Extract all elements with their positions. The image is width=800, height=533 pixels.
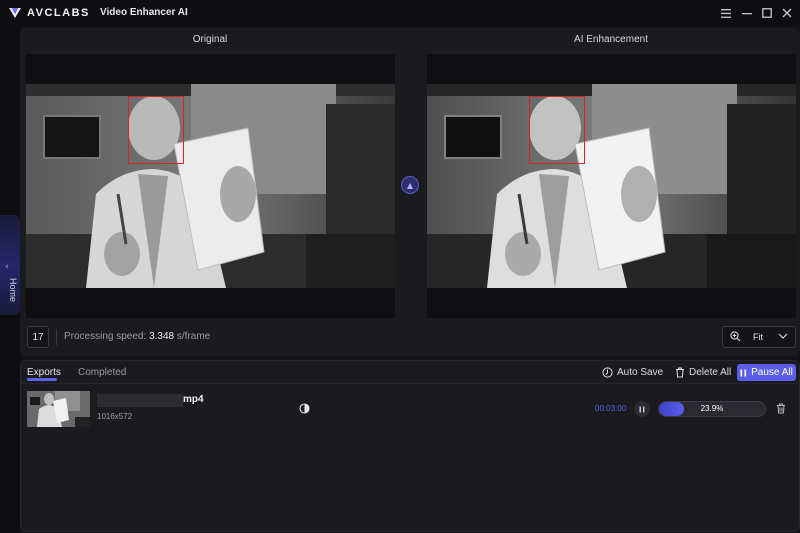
remaining-time: 00:03:00 bbox=[595, 404, 627, 413]
speed-value: 3.348 bbox=[149, 331, 175, 342]
zoom-in-icon bbox=[730, 331, 741, 342]
pause-icon bbox=[639, 406, 645, 412]
trash-icon[interactable] bbox=[776, 403, 786, 414]
close-icon[interactable] bbox=[780, 6, 794, 20]
zoom-value: Fit bbox=[753, 332, 763, 342]
delete-all-label: Delete All bbox=[689, 367, 732, 378]
original-label: Original bbox=[192, 34, 228, 45]
original-preview[interactable] bbox=[26, 54, 395, 318]
avclabs-logo-icon bbox=[9, 8, 21, 18]
face-detection-box bbox=[128, 96, 184, 164]
contrast-icon[interactable] bbox=[299, 403, 310, 414]
delete-all-button[interactable]: Delete All bbox=[675, 364, 731, 381]
auto-save-icon bbox=[602, 367, 613, 378]
pause-all-label: Pause All bbox=[751, 367, 793, 378]
title-bar: AVCLABS Video Enhancer AI bbox=[0, 0, 800, 26]
face-detection-box bbox=[529, 96, 585, 164]
pause-icon bbox=[740, 369, 747, 376]
pause-row-button[interactable] bbox=[634, 401, 650, 417]
progress-text: 23.9% bbox=[700, 404, 724, 413]
processing-speed: Processing speed: 3.348 s/frame bbox=[64, 331, 210, 342]
auto-save-button[interactable]: Auto Save bbox=[602, 364, 663, 381]
enhanced-video-frame bbox=[427, 84, 796, 288]
ai-enhancement-label: AI Enhancement bbox=[574, 34, 648, 45]
chevron-left-icon: ‹ bbox=[5, 262, 9, 272]
tab-completed[interactable]: Completed bbox=[78, 367, 126, 378]
app-title: Video Enhancer AI bbox=[100, 7, 188, 18]
progress-bar: 23.9% bbox=[658, 401, 766, 417]
tab-exports[interactable]: Exports bbox=[27, 367, 61, 378]
speed-unit: s/frame bbox=[176, 331, 211, 342]
file-name-redacted bbox=[97, 394, 183, 407]
maximize-icon[interactable] bbox=[760, 6, 774, 20]
original-video-frame bbox=[26, 84, 395, 288]
auto-save-label: Auto Save bbox=[617, 367, 664, 378]
home-label: Home bbox=[8, 278, 18, 303]
active-tab-indicator bbox=[27, 378, 57, 381]
video-thumbnail bbox=[27, 391, 90, 427]
brand-name: AVCLABS bbox=[27, 7, 90, 19]
chevron-down-icon bbox=[778, 333, 788, 339]
frame-number[interactable]: 17 bbox=[27, 326, 49, 348]
compare-toggle-icon[interactable]: ▲ bbox=[401, 176, 419, 194]
exports-panel bbox=[20, 360, 800, 532]
menu-icon[interactable] bbox=[719, 6, 733, 20]
divider bbox=[56, 329, 57, 345]
minimize-icon[interactable] bbox=[740, 6, 754, 20]
speed-label: Processing speed: bbox=[64, 331, 147, 342]
trash-icon bbox=[676, 367, 684, 378]
pause-all-button[interactable]: Pause All bbox=[737, 364, 796, 381]
enhanced-preview[interactable] bbox=[427, 54, 796, 318]
tabs-divider bbox=[20, 383, 800, 384]
file-extension: mp4 bbox=[183, 394, 204, 405]
file-resolution: 1016x572 bbox=[97, 412, 133, 421]
